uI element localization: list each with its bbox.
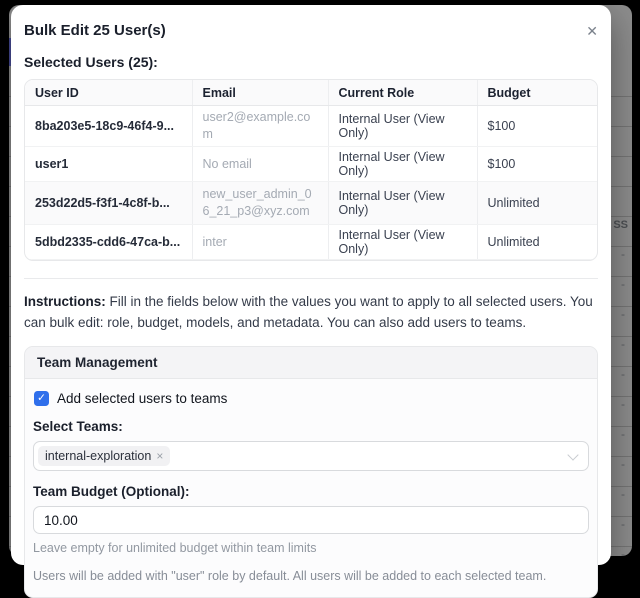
backdrop-cell-dash: -: [621, 487, 625, 501]
column-header-email: Email: [192, 80, 328, 106]
instructions-text: Instructions: Fill in the fields below w…: [24, 291, 598, 333]
column-header-current-role: Current Role: [328, 80, 477, 106]
checkbox-label: Add selected users to teams: [57, 391, 227, 406]
column-header-user-id: User ID: [25, 80, 192, 106]
team-management-card: Team Management ✓ Add selected users to …: [24, 346, 598, 598]
budget-hint: Leave empty for unlimited budget within …: [33, 541, 589, 555]
tag-remove-icon[interactable]: ×: [156, 449, 163, 463]
section-divider: [24, 278, 598, 279]
add-users-to-teams-checkbox-row[interactable]: ✓ Add selected users to teams: [33, 391, 589, 406]
cell-role: Internal User (View Only): [328, 225, 477, 260]
cell-budget: $100: [477, 106, 597, 147]
cell-user-id: 8ba203e5-18c9-46f4-9...: [25, 106, 192, 147]
backdrop-cell-dash: -: [621, 337, 625, 351]
team-budget-label: Team Budget (Optional):: [33, 484, 589, 499]
backdrop-cell-dash: -: [621, 547, 625, 556]
cell-email: new_user_admin_06_21_p3@xyz.com: [192, 182, 328, 225]
backdrop-cell-dash: -: [621, 517, 625, 531]
backdrop-cell-dash: -: [621, 307, 625, 321]
selected-users-table: User ID Email Current Role Budget 8ba203…: [25, 80, 597, 261]
table-row: 5dbd2335-cdd6-47ca-b... inter Internal U…: [25, 225, 597, 260]
checkbox-checked-icon[interactable]: ✓: [34, 391, 49, 406]
backdrop-column-header-fragment: SS: [613, 219, 628, 231]
table-row: 253d22d5-f3f1-4c8f-b... new_user_admin_0…: [25, 182, 597, 225]
cell-role: Internal User (View Only): [328, 147, 477, 182]
team-budget-input[interactable]: [33, 506, 589, 534]
cell-email: internal-user-ui-qa-06-28-: [192, 260, 328, 262]
backdrop-cell-dash: -: [621, 397, 625, 411]
selected-users-table-container[interactable]: User ID Email Current Role Budget 8ba203…: [24, 79, 598, 261]
backdrop-cell-dash: -: [621, 367, 625, 381]
selected-users-label: Selected Users (25):: [24, 54, 598, 70]
cell-budget: $100: [477, 147, 597, 182]
cell-user-id: 253d22d5-f3f1-4c8f-b...: [25, 182, 192, 225]
table-row: 8ba203e5-18c9-46f4-9... user2@example.co…: [25, 106, 597, 147]
cell-email: No email: [192, 147, 328, 182]
backdrop-cell-dash: -: [621, 427, 625, 441]
cell-budget: Unlimited: [477, 225, 597, 260]
modal-header: Bulk Edit 25 User(s) ✕: [24, 5, 598, 41]
team-management-title: Team Management: [25, 347, 597, 379]
backdrop-cell-dash: -: [621, 277, 625, 291]
column-header-budget: Budget: [477, 80, 597, 106]
cell-role: Internal User (View Only): [328, 106, 477, 147]
instructions-label: Instructions:: [24, 294, 106, 309]
cell-email: inter: [192, 225, 328, 260]
cell-role: Internal User (View Only): [328, 182, 477, 225]
teams-multiselect[interactable]: internal-exploration ×: [33, 441, 589, 471]
team-tag: internal-exploration ×: [38, 446, 170, 466]
table-header-row: User ID Email Current Role Budget: [25, 80, 597, 106]
chevron-down-icon[interactable]: [567, 449, 578, 460]
table-row: internal-user-ui-qa-06-28-: [25, 260, 597, 262]
cell-budget: Unlimited: [477, 182, 597, 225]
cell-budget: [477, 260, 597, 262]
team-management-body: ✓ Add selected users to teams Select Tea…: [25, 379, 597, 597]
select-teams-label: Select Teams:: [33, 419, 589, 434]
cell-role: [328, 260, 477, 262]
close-icon[interactable]: ✕: [586, 24, 598, 38]
footer-note: Users will be added with "user" role by …: [33, 569, 589, 583]
team-tag-label: internal-exploration: [45, 449, 151, 463]
table-row: user1 No email Internal User (View Only)…: [25, 147, 597, 182]
bulk-edit-modal: Bulk Edit 25 User(s) ✕ Selected Users (2…: [11, 5, 611, 565]
modal-title: Bulk Edit 25 User(s): [24, 21, 166, 41]
cell-user-id: [25, 260, 192, 262]
cell-user-id: 5dbd2335-cdd6-47ca-b...: [25, 225, 192, 260]
instructions-body: Fill in the fields below with the values…: [24, 294, 593, 330]
backdrop-cell-dash: -: [621, 247, 625, 261]
backdrop-cell-dash: -: [621, 457, 625, 471]
cell-email: user2@example.com: [192, 106, 328, 147]
cell-user-id: user1: [25, 147, 192, 182]
